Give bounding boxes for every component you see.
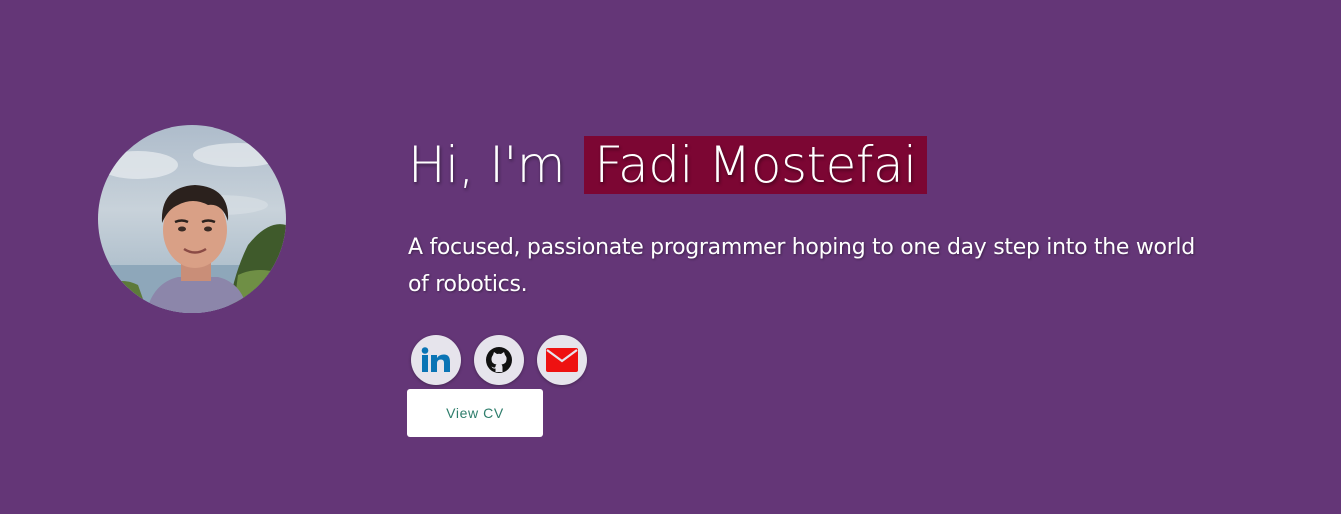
greeting-heading: Hi, I'm Fadi Mostefai — [408, 134, 1208, 197]
github-icon — [486, 347, 512, 373]
view-cv-button[interactable]: View CV — [407, 389, 543, 437]
tagline: A focused, passionate programmer hoping … — [408, 235, 1195, 297]
email-link[interactable] — [537, 335, 587, 385]
name-highlight: Fadi Mostefai — [584, 136, 927, 194]
social-links — [411, 335, 587, 385]
email-icon — [546, 348, 578, 372]
linkedin-icon — [421, 347, 450, 372]
greeting-prefix: Hi, I'm — [408, 136, 565, 194]
linkedin-link[interactable] — [411, 335, 461, 385]
intro-block: Hi, I'm Fadi Mostefai A focused, passion… — [408, 134, 1208, 303]
hero-section: Hi, I'm Fadi Mostefai A focused, passion… — [0, 0, 1341, 514]
profile-photo — [98, 125, 286, 313]
github-link[interactable] — [474, 335, 524, 385]
